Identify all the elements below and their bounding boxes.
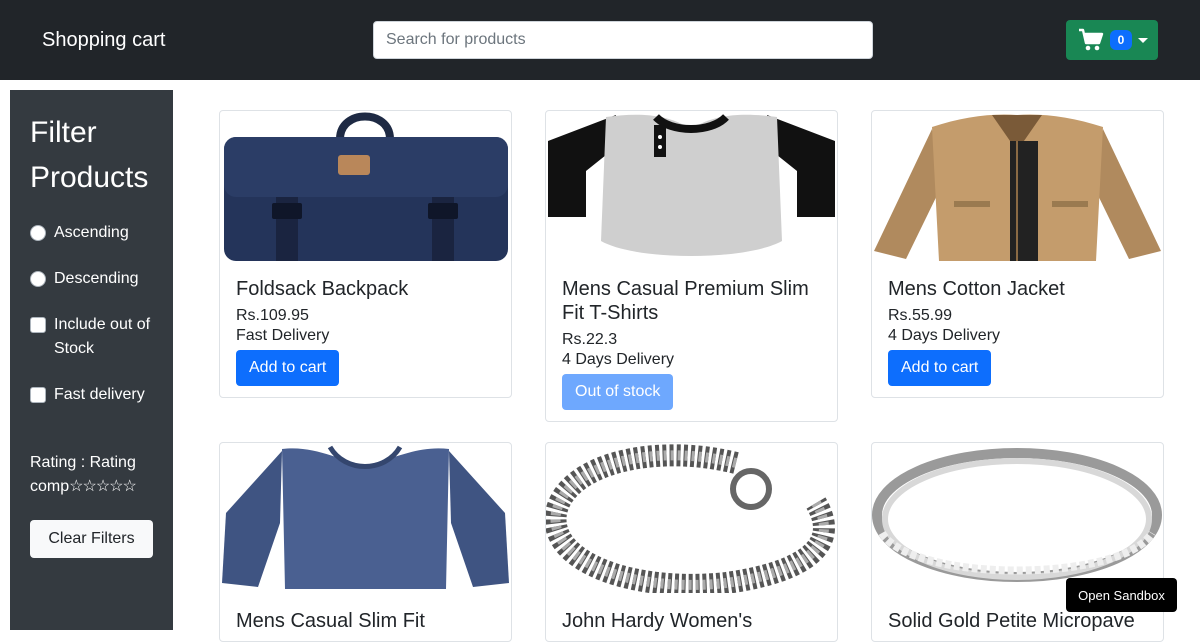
include-out-of-stock-label: Include out of Stock xyxy=(54,316,151,357)
product-card: Mens Casual Premium Slim Fit T-Shirts Rs… xyxy=(545,110,838,422)
product-title: Mens Casual Slim Fit xyxy=(236,610,425,632)
ascending-option[interactable]: Ascending xyxy=(30,221,160,245)
product-price: Rs.109.95 xyxy=(236,307,309,324)
long-sleeve-shirt-icon xyxy=(222,445,509,589)
include-out-of-stock-checkbox[interactable] xyxy=(30,317,46,333)
product-image-t-shirt xyxy=(546,111,837,261)
product-image-long-sleeve-shirt xyxy=(220,443,511,593)
ascending-radio[interactable] xyxy=(30,225,46,241)
fast-delivery-option[interactable]: Fast delivery xyxy=(30,383,160,407)
bracelet-icon xyxy=(546,444,835,593)
product-delivery: 4 Days Delivery xyxy=(888,327,1001,344)
product-price: Rs.55.99 xyxy=(888,307,953,324)
fast-delivery-checkbox[interactable] xyxy=(30,387,46,403)
cart-count-badge: 0 xyxy=(1110,30,1132,50)
product-card: Mens Casual Slim Fit xyxy=(219,442,512,642)
filter-title: Filter Products xyxy=(30,116,149,194)
add-to-cart-button[interactable]: Add to cart xyxy=(236,350,340,386)
add-to-cart-button[interactable]: Add to cart xyxy=(888,350,992,386)
product-title: John Hardy Women's xyxy=(562,610,753,632)
product-image-ring xyxy=(872,443,1163,593)
chevron-down-icon xyxy=(1138,37,1148,43)
rating-label: Rating : xyxy=(30,454,86,471)
product-price: Rs.22.3 xyxy=(562,331,618,348)
navbar: Shopping cart 0 xyxy=(0,0,1200,80)
product-image-backpack xyxy=(220,111,511,261)
brand-title[interactable]: Shopping cart xyxy=(42,28,165,52)
rating-stars[interactable]: ☆☆☆☆☆ xyxy=(69,478,137,495)
product-delivery: Fast Delivery xyxy=(236,327,330,344)
descending-label: Descending xyxy=(54,270,139,287)
fast-delivery-label: Fast delivery xyxy=(54,386,145,403)
rating-filter: Rating : Rating comp☆☆☆☆☆ xyxy=(30,451,160,499)
product-title: Mens Cotton Jacket xyxy=(888,278,1065,300)
clear-filters-button[interactable]: Clear Filters xyxy=(30,520,153,558)
descending-option[interactable]: Descending xyxy=(30,267,160,291)
include-out-of-stock-option[interactable]: Include out of Stock xyxy=(30,313,160,361)
open-sandbox-button[interactable]: Open Sandbox xyxy=(1066,578,1177,612)
search-input[interactable] xyxy=(373,21,873,59)
out-of-stock-button[interactable]: Out of stock xyxy=(562,374,674,410)
descending-radio[interactable] xyxy=(30,271,46,287)
product-card: Solid Gold Petite Micropave xyxy=(871,442,1164,642)
ascending-label: Ascending xyxy=(54,224,129,241)
product-card: Foldsack Backpack Rs.109.95 Fast Deliver… xyxy=(219,110,512,398)
jacket-icon xyxy=(874,114,1161,261)
product-delivery: 4 Days Delivery xyxy=(562,351,675,368)
ring-icon xyxy=(872,448,1162,582)
product-card: John Hardy Women's xyxy=(545,442,838,642)
backpack-icon xyxy=(224,112,508,261)
product-image-jacket xyxy=(872,111,1163,261)
product-image-bracelet xyxy=(546,443,837,593)
cart-icon xyxy=(1079,28,1104,51)
product-card: Mens Cotton Jacket Rs.55.99 4 Days Deliv… xyxy=(871,110,1164,398)
cart-dropdown-button[interactable]: 0 xyxy=(1066,20,1158,60)
t-shirt-icon xyxy=(548,113,835,257)
product-title: Mens Casual Premium Slim Fit T-Shirts xyxy=(562,278,809,324)
product-title: Foldsack Backpack xyxy=(236,278,409,300)
product-title: Solid Gold Petite Micropave xyxy=(888,610,1135,632)
filter-sidebar: Filter Products Ascending Descending Inc… xyxy=(10,90,173,630)
